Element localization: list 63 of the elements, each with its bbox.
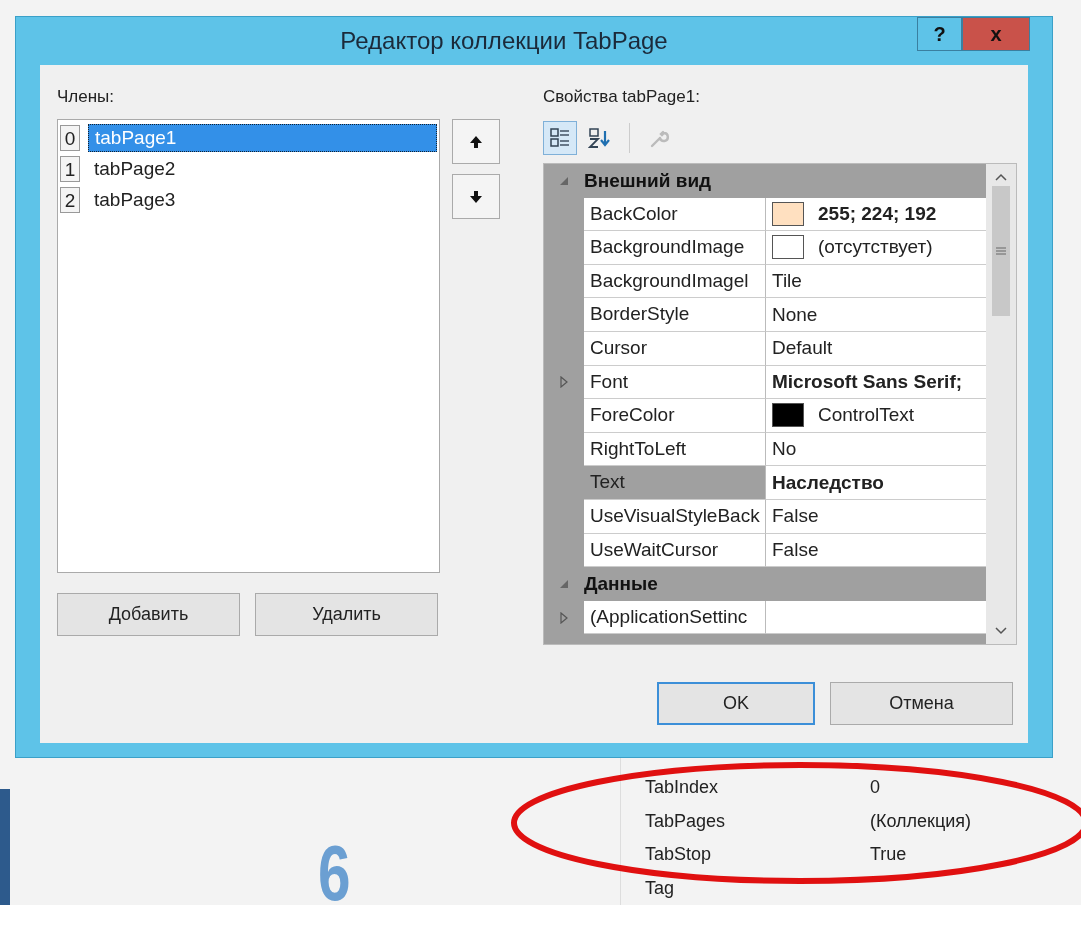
property-name: TabStop <box>644 844 713 866</box>
member-item[interactable]: tabPage2 <box>88 155 437 182</box>
property-value: (отсутствует) <box>818 236 933 259</box>
categorized-button[interactable] <box>543 121 577 155</box>
property-value: Microsoft Sans Serif; <box>772 370 963 393</box>
property-value: (Коллекция) <box>870 810 972 832</box>
help-button[interactable]: ? <box>917 17 962 51</box>
member-item[interactable]: tabPage3 <box>88 186 437 213</box>
vertical-scrollbar[interactable] <box>986 164 1016 644</box>
member-index: 0 <box>60 124 80 151</box>
property-name[interactable]: Cursor <box>584 331 766 366</box>
property-value: Default <box>772 337 833 360</box>
property-name: TabPages <box>644 810 727 832</box>
expand-triangle-icon[interactable] <box>559 376 569 389</box>
categorized-icon <box>549 127 571 149</box>
category-header: Внешний вид <box>584 169 712 192</box>
property-value: 255; 224; 192 <box>818 202 937 225</box>
scroll-up-icon[interactable] <box>994 172 1008 182</box>
property-name: TabIndex <box>644 777 720 799</box>
property-name[interactable]: RightToLeft <box>584 432 766 467</box>
property-name: Tag <box>644 877 676 899</box>
collapse-triangle-icon[interactable] <box>559 578 569 589</box>
property-value: True <box>870 844 907 866</box>
property-value: Tile <box>772 270 802 293</box>
property-value: Наследство <box>772 471 884 494</box>
property-name[interactable]: (ApplicationSettinc <box>584 600 766 635</box>
property-name[interactable]: UseWaitCursor <box>584 533 766 568</box>
grip-icon <box>994 246 1008 256</box>
move-up-button[interactable] <box>452 119 500 164</box>
property-value: No <box>772 438 797 461</box>
expand-triangle-icon[interactable] <box>559 611 569 624</box>
scroll-down-icon[interactable] <box>994 626 1008 636</box>
member-index: 2 <box>60 186 80 213</box>
properties-label: Свойства tabPage1: <box>543 87 701 107</box>
property-name[interactable]: Font <box>584 365 766 400</box>
slide-number: 6 <box>318 834 351 912</box>
down-arrow-icon <box>469 189 483 204</box>
property-value: False <box>772 505 819 528</box>
members-label: Члены: <box>57 87 116 107</box>
property-name[interactable]: ForeColor <box>584 399 766 433</box>
property-name[interactable]: BackgroundImage <box>584 231 766 265</box>
member-index: 1 <box>60 155 80 182</box>
remove-button[interactable]: Удалить <box>255 593 438 636</box>
property-name[interactable]: BorderStyle <box>584 298 766 332</box>
property-value: ControlText <box>818 404 915 427</box>
ok-button[interactable]: OK <box>657 682 815 725</box>
property-value: False <box>772 538 819 561</box>
property-value: 0 <box>870 777 880 799</box>
property-name[interactable]: UseVisualStyleBack <box>584 499 766 534</box>
up-arrow-icon <box>469 134 483 149</box>
cancel-button[interactable]: Отмена <box>830 682 1013 725</box>
collapse-triangle-icon[interactable] <box>559 175 569 186</box>
category-header: Данные <box>584 572 658 595</box>
close-button[interactable]: x <box>962 17 1030 51</box>
add-button[interactable]: Добавить <box>57 593 240 636</box>
window-title: Редактор коллекции TabPage <box>340 27 668 55</box>
property-name[interactable]: BackColor <box>584 197 766 232</box>
property-name[interactable]: BackgroundImagel <box>584 264 766 299</box>
property-value: None <box>772 303 818 326</box>
property-name[interactable]: Text <box>584 466 766 500</box>
scrollbar-thumb[interactable] <box>992 186 1010 316</box>
move-down-button[interactable] <box>452 174 500 219</box>
sort-az-icon <box>588 127 612 149</box>
